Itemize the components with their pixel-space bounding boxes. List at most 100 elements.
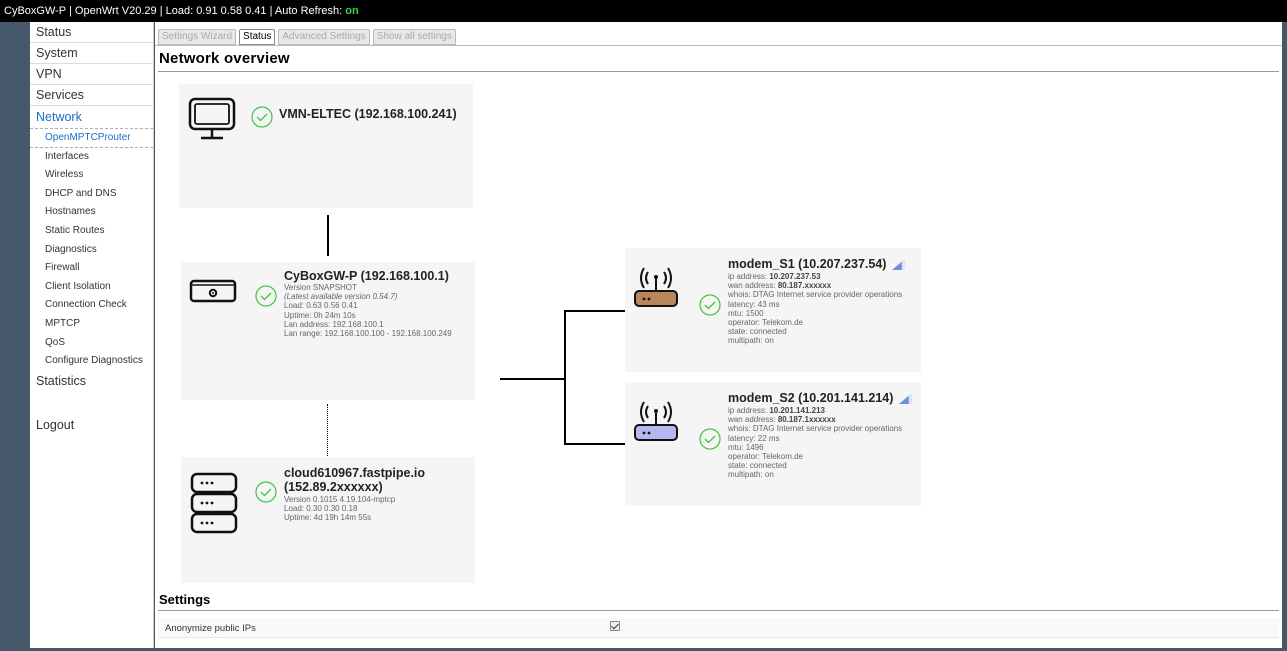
modem-s1-mtu: mtu: 1500: [728, 308, 764, 318]
modem-s1-multipath: multipath: on: [728, 336, 774, 346]
wifi-modem-icon: [634, 267, 678, 307]
sidebar-subitem-interfaces[interactable]: Interfaces: [30, 148, 153, 167]
status-ok-icon: [255, 481, 277, 503]
sidebar-subitem-wireless[interactable]: Wireless: [30, 166, 153, 185]
server-details: Version 0.1015 4.19.104-mptcp Load: 0.30…: [284, 495, 464, 523]
auto-refresh-toggle[interactable]: on: [345, 5, 358, 17]
sidebar: Status System VPN Services Network OpenM…: [30, 22, 154, 648]
anonymize-checkbox[interactable]: [610, 621, 620, 631]
modem-s1-state: state: connected: [728, 327, 787, 337]
sidebar-subitem-mptcp[interactable]: MPTCP: [30, 315, 153, 334]
right-margin: [1282, 22, 1287, 651]
sidebar-item-vpn[interactable]: VPN: [30, 64, 153, 85]
left-margin: [0, 22, 30, 651]
server-card[interactable]: cloud610967.fastpipe.io (152.89.2xxxxxx)…: [181, 457, 475, 583]
sidebar-subitem-qos[interactable]: QoS: [30, 334, 153, 353]
sidebar-item-services[interactable]: Services: [30, 85, 153, 106]
tab-status[interactable]: Status: [239, 29, 276, 45]
status-ok-icon: [699, 294, 721, 316]
sidebar-subitem-hostnames[interactable]: Hostnames: [30, 203, 153, 222]
router-version: Version SNAPSHOT: [284, 283, 357, 292]
status-ok-icon: [251, 106, 273, 128]
top-status-bar: CyBoxGW-P | OpenWrt V20.29 | Load: 0.91 …: [0, 0, 1287, 22]
modem-s1-whois: whois: DTAG Internet service provider op…: [728, 290, 903, 300]
modem-s2-multipath: multipath: on: [728, 470, 774, 480]
sidebar-subitem-dhcp-dns[interactable]: DHCP and DNS: [30, 185, 153, 204]
modem-s1-card[interactable]: modem_S1 (10.207.237.54) ip address: 10.…: [625, 248, 921, 372]
modem-s2-ip: ip address: 10.201.141.213: [728, 406, 825, 415]
modem-s2-name: modem_S2 (10.201.141.214): [728, 391, 912, 405]
title-divider: [158, 71, 1279, 72]
modem-s1-operator: operator: Telekom.de: [728, 318, 804, 328]
client-card[interactable]: VMN-ELTEC (192.168.100.241): [179, 84, 473, 208]
sidebar-subitem-connection-check[interactable]: Connection Check: [30, 296, 153, 315]
link-modems-vertical: [564, 310, 566, 444]
server-ip: (152.89.2xxxxxx): [284, 480, 383, 494]
settings-divider: [158, 610, 1279, 611]
sidebar-subitem-static-routes[interactable]: Static Routes: [30, 222, 153, 241]
router-name: CyBoxGW-P (192.168.100.1): [284, 269, 449, 283]
server-name: cloud610967.fastpipe.io (152.89.2xxxxxx): [284, 466, 425, 494]
modem-s2-mtu: mtu: 1496: [728, 442, 764, 452]
sidebar-item-network[interactable]: Network: [30, 107, 153, 129]
client-name: VMN-ELTEC (192.168.100.241): [279, 107, 457, 121]
router-load: Load: 0.63 0.56 0.41: [284, 301, 358, 311]
tab-show-all-settings[interactable]: Show all settings: [372, 29, 456, 45]
modem-s1-details: ip address: 10.207.237.53 wan address: 8…: [728, 272, 913, 346]
server-uptime: Uptime: 4d 19h 14m 55s: [284, 513, 372, 523]
modem-s1-name: modem_S1 (10.207.237.54): [728, 257, 905, 271]
server-hostname: cloud610967.fastpipe.io: [284, 466, 426, 480]
router-latest-version: (Latest available version 0.54.7): [284, 292, 398, 302]
modem-s1-ip: ip address: 10.207.237.53: [728, 272, 821, 281]
sidebar-subitem-client-isolation[interactable]: Client Isolation: [30, 278, 153, 297]
main-content: Settings Wizard Status Advanced Settings…: [155, 22, 1282, 648]
router-lan-address: Lan address: 192.168.100.1: [284, 319, 384, 329]
page-title: Network overview: [159, 50, 290, 67]
modem-s2-wan: wan address: 80.187.1xxxxxx: [728, 415, 836, 425]
sidebar-subitem-openmptcprouter[interactable]: OpenMPTCProuter: [30, 129, 153, 148]
modem-s2-operator: operator: Telekom.de: [728, 452, 804, 462]
sidebar-subitem-firewall[interactable]: Firewall: [30, 259, 153, 278]
signal-strength-icon: [898, 393, 912, 405]
network-submenu: OpenMPTCProuter Interfaces Wireless DHCP…: [30, 129, 153, 371]
modem-s2-details: ip address: 10.201.141.213 wan address: …: [728, 406, 913, 480]
modem-s2-card[interactable]: modem_S2 (10.201.141.214) ip address: 10…: [625, 382, 921, 506]
modem-s1-latency: latency: 43 ms: [728, 299, 780, 309]
router-card[interactable]: CyBoxGW-P (192.168.100.1) Version SNAPSH…: [181, 262, 475, 400]
sidebar-item-status[interactable]: Status: [30, 22, 153, 43]
sidebar-item-statistics[interactable]: Statistics: [30, 371, 153, 392]
server-load: Load: 0.30 0.30 0.18: [284, 504, 358, 514]
tab-divider: [155, 45, 1282, 46]
monitor-icon: [188, 97, 236, 140]
link-modem-s2: [564, 443, 626, 445]
logout-link[interactable]: Logout: [36, 418, 74, 432]
setting-row-anonymize: Anonymize public IPs: [158, 618, 1279, 638]
status-ok-icon: [699, 428, 721, 450]
tab-bar: Settings Wizard Status Advanced Settings…: [158, 29, 456, 45]
router-lan-range: Lan range: 192.168.100.100 - 192.168.100…: [284, 329, 452, 339]
settings-title: Settings: [159, 592, 211, 607]
link-client-router: [327, 215, 329, 256]
modem-s2-state: state: connected: [728, 461, 787, 471]
server-stack-icon: [190, 472, 238, 534]
link-router-server: [327, 404, 328, 456]
server-version: Version 0.1015 4.19.104-mptcp: [284, 495, 396, 504]
router-uptime: Uptime: 0h 24m 10s: [284, 310, 356, 320]
tab-settings-wizard[interactable]: Settings Wizard: [158, 29, 237, 45]
modem-s2-latency: latency: 22 ms: [728, 433, 780, 443]
link-router-modems: [500, 378, 564, 380]
status-ok-icon: [255, 285, 277, 307]
modem-s2-whois: whois: DTAG Internet service provider op…: [728, 424, 903, 434]
wifi-modem-icon: [634, 401, 678, 441]
modem-s1-wan: wan address: 80.187.xxxxxx: [728, 281, 832, 291]
sidebar-item-system[interactable]: System: [30, 43, 153, 64]
anonymize-label: Anonymize public IPs: [165, 623, 256, 634]
router-box-icon: [189, 279, 237, 303]
signal-strength-icon: [891, 259, 905, 271]
tab-advanced-settings[interactable]: Advanced Settings: [278, 29, 370, 45]
sidebar-subitem-diagnostics[interactable]: Diagnostics: [30, 241, 153, 260]
sidebar-subitem-configure-diagnostics[interactable]: Configure Diagnostics: [30, 352, 153, 371]
router-details: Version SNAPSHOT (Latest available versi…: [284, 283, 464, 338]
status-text: CyBoxGW-P | OpenWrt V20.29 | Load: 0.91 …: [4, 5, 346, 17]
link-modem-s1: [564, 310, 626, 312]
